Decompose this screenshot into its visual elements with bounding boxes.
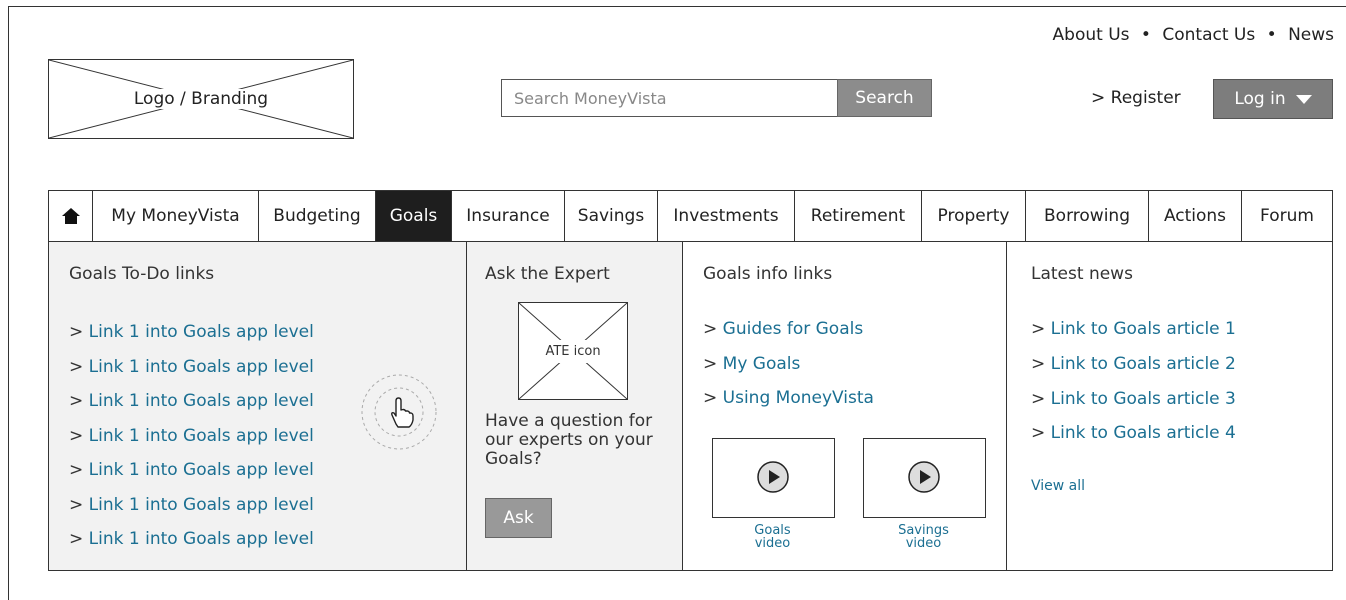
goals-video-caption[interactable]: Goals video <box>712 524 833 550</box>
list-item: > Guides for Goals <box>703 319 864 339</box>
login-button[interactable]: Log in <box>1213 79 1333 119</box>
ask-button[interactable]: Ask <box>485 498 552 538</box>
ate-icon-label: ATE icon <box>541 339 605 363</box>
news-panel: Latest news > Link to Goals article 1 > … <box>1006 242 1333 571</box>
nav-retirement[interactable]: Retirement <box>795 191 922 241</box>
nav-forum[interactable]: Forum <box>1242 191 1332 241</box>
play-icon <box>908 461 940 493</box>
news-article-link[interactable]: Link to Goals article 2 <box>1051 354 1236 374</box>
search-button[interactable]: Search <box>837 79 932 117</box>
info-title: Goals info links <box>703 264 833 284</box>
search-bar: Search <box>501 79 932 117</box>
guides-link[interactable]: Guides for Goals <box>723 319 864 339</box>
logo-placeholder[interactable]: Logo / Branding <box>48 59 354 139</box>
view-all-link[interactable]: View all <box>1031 478 1085 494</box>
login-label: Log in <box>1234 89 1286 109</box>
contact-us-link[interactable]: Contact Us <box>1162 25 1255 45</box>
nav-investments[interactable]: Investments <box>658 191 795 241</box>
expert-panel: Ask the Expert ATE icon Have a question … <box>466 242 682 571</box>
list-item: > Link to Goals article 3 <box>1031 388 1236 409</box>
news-link[interactable]: News <box>1288 25 1334 45</box>
todo-link[interactable]: Link 1 into Goals app level <box>89 322 314 342</box>
list-item: > Link to Goals article 2 <box>1031 353 1236 374</box>
list-item: > Link 1 into Goals app level <box>69 494 314 515</box>
hand-pointer-icon <box>361 374 437 450</box>
todo-panel: Goals To-Do links > Link 1 into Goals ap… <box>48 242 466 571</box>
list-item: > Link 1 into Goals app level <box>69 356 314 377</box>
todo-link[interactable]: Link 1 into Goals app level <box>89 426 314 446</box>
nav-my-moneyvista[interactable]: My MoneyVista <box>93 191 259 241</box>
list-item: > Link 1 into Goals app level <box>69 322 314 342</box>
list-item: > Link 1 into Goals app level <box>69 391 314 411</box>
list-item: > Link 1 into Goals app level <box>69 425 314 446</box>
news-article-link[interactable]: Link to Goals article 1 <box>1051 319 1236 339</box>
nav-insurance[interactable]: Insurance <box>452 191 565 241</box>
expert-question: Have a question for our experts on your … <box>485 411 653 469</box>
ate-icon: ATE icon <box>518 302 628 400</box>
nav-property[interactable]: Property <box>922 191 1026 241</box>
list-item: > Using MoneyVista <box>703 388 874 408</box>
list-item: > Link to Goals article 1 <box>1031 319 1236 339</box>
nav-savings[interactable]: Savings <box>565 191 658 241</box>
todo-links: > Link 1 into Goals app level > Link 1 i… <box>69 315 314 557</box>
news-article-link[interactable]: Link to Goals article 3 <box>1051 389 1236 409</box>
savings-video-thumbnail[interactable] <box>863 438 986 518</box>
list-item: > My Goals <box>703 353 801 374</box>
home-icon <box>61 208 80 224</box>
expert-title: Ask the Expert <box>485 264 610 284</box>
main-nav: My MoneyVista Budgeting Goals Insurance … <box>48 190 1333 242</box>
news-title: Latest news <box>1031 264 1133 284</box>
search-input[interactable] <box>501 79 848 117</box>
todo-link[interactable]: Link 1 into Goals app level <box>89 357 314 377</box>
list-item: > Link 1 into Goals app level <box>69 460 314 480</box>
play-icon <box>757 461 789 493</box>
savings-video-caption[interactable]: Savings video <box>863 524 984 550</box>
todo-title: Goals To-Do links <box>69 264 215 284</box>
list-item: > Link 1 into Goals app level <box>69 529 314 549</box>
goals-video-thumbnail[interactable] <box>712 438 835 518</box>
nav-actions[interactable]: Actions <box>1149 191 1242 241</box>
separator: • <box>1266 25 1277 45</box>
todo-link[interactable]: Link 1 into Goals app level <box>89 460 314 480</box>
utility-nav: About Us • Contact Us • News <box>1053 25 1334 45</box>
nav-budgeting[interactable]: Budgeting <box>259 191 376 241</box>
info-panel: Goals info links > Guides for Goals > My… <box>682 242 1006 571</box>
nav-home[interactable] <box>49 191 93 241</box>
list-item: > Link to Goals article 4 <box>1031 423 1236 444</box>
my-goals-link[interactable]: My Goals <box>723 354 801 374</box>
news-links: > Link to Goals article 1 > Link to Goal… <box>1031 312 1236 451</box>
nav-goals[interactable]: Goals <box>376 191 452 241</box>
using-moneyvista-link[interactable]: Using MoneyVista <box>723 388 874 408</box>
logo-label: Logo / Branding <box>127 89 275 109</box>
news-article-link[interactable]: Link to Goals article 4 <box>1051 423 1236 443</box>
register-link[interactable]: > Register <box>1091 88 1181 108</box>
chevron-down-icon <box>1295 94 1312 104</box>
todo-link[interactable]: Link 1 into Goals app level <box>89 391 314 411</box>
info-links: > Guides for Goals > My Goals > Using Mo… <box>703 312 874 416</box>
todo-link[interactable]: Link 1 into Goals app level <box>89 495 314 515</box>
nav-borrowing[interactable]: Borrowing <box>1026 191 1149 241</box>
about-us-link[interactable]: About Us <box>1053 25 1130 45</box>
todo-link[interactable]: Link 1 into Goals app level <box>89 529 314 549</box>
separator: • <box>1140 25 1151 45</box>
